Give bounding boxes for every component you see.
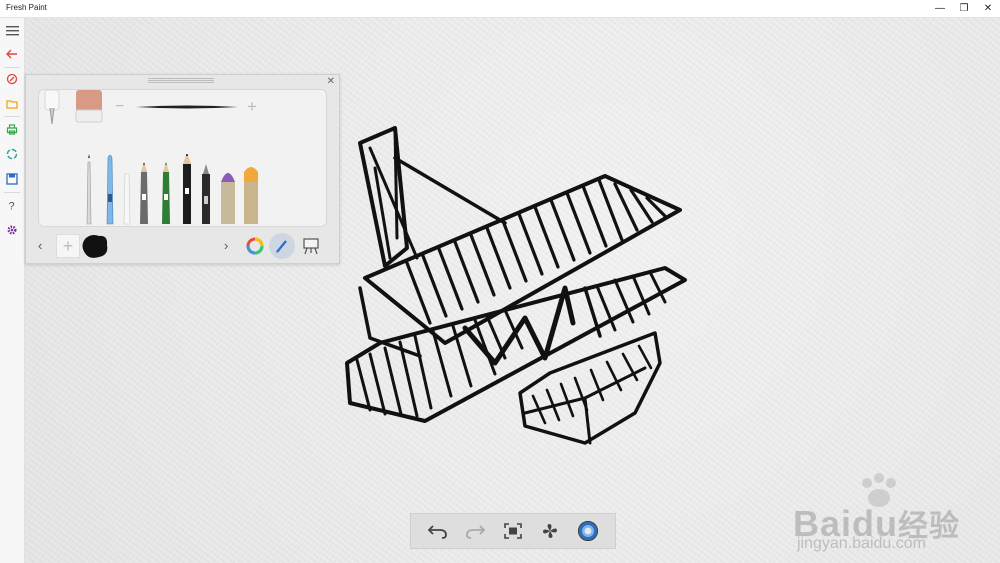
back-arrow-icon [6, 49, 17, 59]
panel-drag-handle[interactable] [148, 78, 214, 84]
watermark-url: jingyan.baidu.com [797, 535, 926, 552]
black-color-swatch[interactable] [81, 233, 109, 259]
svg-text:?: ? [9, 201, 15, 212]
undo-button[interactable] [426, 519, 450, 543]
brush-tray: − + [38, 89, 327, 227]
canvas-toolbar [410, 513, 616, 549]
paint-brush-tool [106, 154, 114, 225]
ink-pen-tool [202, 164, 210, 224]
panel-bottom-bar: ‹ + › [26, 231, 339, 263]
redo-icon [466, 525, 485, 539]
eraser-tool[interactable] [75, 90, 103, 124]
save-icon [6, 173, 18, 185]
crayon-tool [244, 167, 258, 224]
green-pencil-tool [162, 162, 170, 224]
dry-paint-fan-button[interactable] [538, 519, 562, 543]
easel-button[interactable] [298, 233, 324, 259]
title-bar: Fresh Paint — ❐ ✕ [0, 0, 1000, 18]
add-color-swatch[interactable]: + [56, 234, 80, 258]
app-title: Fresh Paint [6, 3, 47, 12]
print-icon [6, 123, 18, 135]
hamburger-icon [5, 26, 19, 36]
fan-icon [543, 524, 557, 538]
black-pencil-tool [183, 154, 191, 224]
open-button[interactable] [0, 93, 24, 115]
graphite-pencil-tool [140, 162, 148, 224]
wet-paint-button[interactable] [576, 519, 600, 543]
minimize-button[interactable]: — [928, 0, 952, 17]
color-wheel-icon [246, 237, 264, 255]
help-button[interactable]: ? [0, 194, 24, 216]
paintbrush-icon [276, 240, 287, 253]
brush-icon [6, 73, 18, 85]
brush-mode-button[interactable] [269, 233, 295, 259]
settings-button[interactable] [0, 219, 24, 241]
menu-button[interactable] [0, 20, 24, 42]
brush-selector[interactable] [79, 154, 289, 226]
swatch-next-button[interactable]: › [224, 238, 228, 253]
color-mixer-button[interactable] [242, 233, 268, 259]
paint-button[interactable] [0, 68, 24, 90]
share-button[interactable] [0, 143, 24, 165]
size-decrease-button[interactable]: − [115, 98, 124, 116]
close-button[interactable]: ✕ [976, 0, 1000, 17]
easel-icon [303, 238, 319, 255]
purple-marker-tool [221, 173, 235, 224]
palette-knife-tool[interactable] [42, 90, 62, 126]
fine-brush-tool [86, 154, 92, 225]
swatch-prev-button[interactable]: ‹ [38, 238, 42, 253]
undo-icon [428, 525, 447, 539]
left-rail: ? [0, 18, 25, 563]
redo-button[interactable] [463, 519, 487, 543]
restore-button[interactable]: ❐ [952, 0, 976, 17]
fit-to-screen-icon [504, 523, 522, 539]
save-button[interactable] [0, 168, 24, 190]
paint-dry-icon [578, 521, 598, 541]
help-icon: ? [9, 201, 15, 212]
share-icon [6, 148, 18, 160]
settings-icon [7, 225, 17, 235]
white-pencil-tool [123, 173, 131, 225]
rail-divider [4, 116, 20, 117]
rail-divider [4, 192, 20, 193]
tool-panel: ✕ − + ‹ + › [25, 74, 340, 264]
baidu-watermark: Baidu经验 jingyan.baidu.com [793, 473, 983, 558]
print-button[interactable] [0, 118, 24, 140]
folder-icon [6, 100, 18, 109]
fit-to-screen-button[interactable] [501, 519, 525, 543]
size-increase-button[interactable]: + [247, 97, 257, 117]
panel-close-button[interactable]: ✕ [327, 76, 335, 87]
brush-size-slider[interactable] [134, 103, 240, 111]
back-button[interactable] [0, 43, 24, 65]
